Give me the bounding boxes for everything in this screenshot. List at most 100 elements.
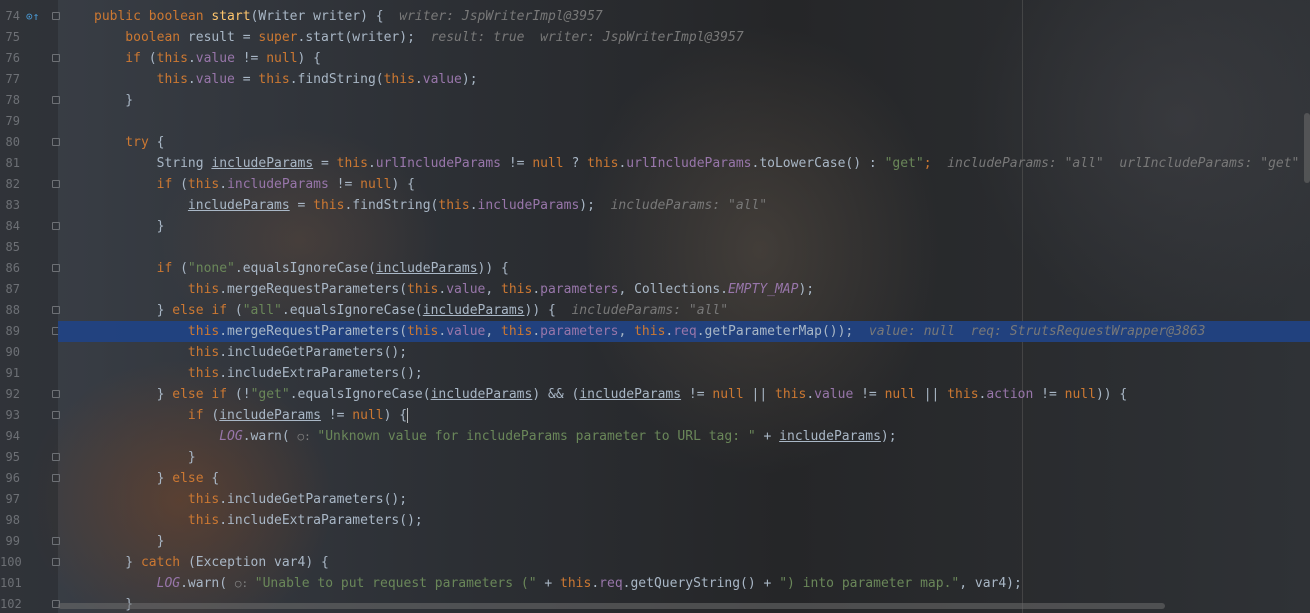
horizontal-scrollbar[interactable] — [58, 603, 1165, 609]
line-number[interactable]: 75 — [0, 27, 20, 48]
line-number[interactable]: 79 — [0, 111, 20, 132]
vertical-scrollbar[interactable] — [1304, 113, 1310, 183]
line-number[interactable]: 90 — [0, 342, 20, 363]
fold-marker-icon[interactable] — [52, 411, 60, 419]
code-text[interactable]: this.includeGetParameters(); — [94, 342, 407, 363]
line-number[interactable]: 91 — [0, 363, 20, 384]
code-line[interactable]: 99 } — [0, 531, 1310, 552]
fold-marker-icon[interactable] — [52, 306, 60, 314]
line-number[interactable]: 99 — [0, 531, 20, 552]
code-line[interactable]: 76 if (this.value != null) { — [0, 48, 1310, 69]
code-line[interactable]: 98 this.includeExtraParameters(); — [0, 510, 1310, 531]
code-line[interactable]: 87 this.mergeRequestParameters(this.valu… — [0, 279, 1310, 300]
code-line[interactable]: 85 — [0, 237, 1310, 258]
code-line[interactable]: 100 } catch (Exception var4) { — [0, 552, 1310, 573]
code-line[interactable]: 79 — [0, 111, 1310, 132]
code-text[interactable]: } else if ("all".equalsIgnoreCase(includ… — [94, 300, 728, 321]
code-text[interactable]: } — [94, 531, 165, 552]
code-line[interactable]: 86 if ("none".equalsIgnoreCase(includePa… — [0, 258, 1310, 279]
line-number[interactable]: 92 — [0, 384, 20, 405]
code-line[interactable]: 91 this.includeExtraParameters(); — [0, 363, 1310, 384]
current-execution-line[interactable]: this.mergeRequestParameters(this.value, … — [58, 321, 1310, 342]
fold-marker-icon[interactable] — [52, 180, 60, 188]
line-number[interactable]: 86 — [0, 258, 20, 279]
code-text[interactable]: boolean result = super.start(writer); re… — [94, 27, 743, 48]
code-line[interactable]: 93 if (includeParams != null) { — [0, 405, 1310, 426]
code-text[interactable]: LOG.warn( ○: "Unknown value for includeP… — [94, 426, 896, 447]
line-number[interactable]: 102 — [0, 594, 22, 613]
fold-marker-icon[interactable] — [52, 390, 60, 398]
code-line[interactable]: 82 if (this.includeParams != null) { — [0, 174, 1310, 195]
code-text[interactable]: if (this.value != null) { — [94, 48, 321, 69]
line-number[interactable]: 101 — [0, 573, 22, 594]
line-number[interactable]: 87 — [0, 279, 20, 300]
fold-marker-icon[interactable] — [52, 558, 60, 566]
code-line[interactable]: 94 LOG.warn( ○: "Unknown value for inclu… — [0, 426, 1310, 447]
code-text[interactable]: } catch (Exception var4) { — [94, 552, 329, 573]
override-breakpoint-icon[interactable]: ⊙↑ — [26, 6, 39, 27]
line-number[interactable]: 95 — [0, 447, 20, 468]
code-line[interactable]: 78 } — [0, 90, 1310, 111]
line-number[interactable]: 82 — [0, 174, 20, 195]
line-number[interactable]: 77 — [0, 69, 20, 90]
code-text[interactable]: try { — [94, 132, 164, 153]
fold-marker-icon[interactable] — [52, 54, 60, 62]
fold-marker-icon[interactable] — [52, 222, 60, 230]
code-text[interactable]: includeParams = this.findString(this.inc… — [94, 195, 767, 216]
fold-marker-icon[interactable] — [52, 264, 60, 272]
line-number[interactable]: 81 — [0, 153, 20, 174]
line-number[interactable]: 100 — [0, 552, 22, 573]
code-text[interactable]: } else if (!"get".equalsIgnoreCase(inclu… — [94, 384, 1128, 405]
line-number[interactable]: 78 — [0, 90, 20, 111]
code-line[interactable]: 96 } else { — [0, 468, 1310, 489]
line-number[interactable]: 84 — [0, 216, 20, 237]
fold-marker-icon[interactable] — [52, 453, 60, 461]
code-text[interactable]: this.includeExtraParameters(); — [94, 363, 423, 384]
fold-marker-icon[interactable] — [52, 12, 60, 20]
line-number[interactable]: 97 — [0, 489, 20, 510]
code-text[interactable]: String includeParams = this.urlIncludePa… — [94, 153, 1300, 174]
line-number[interactable]: 76 — [0, 48, 20, 69]
line-number[interactable]: 80 — [0, 132, 20, 153]
line-number[interactable]: 98 — [0, 510, 20, 531]
code-editor[interactable]: 74 ⊙↑ public boolean start(Writer writer) … — [0, 0, 1310, 613]
code-line[interactable]: 97 this.includeGetParameters(); — [0, 489, 1310, 510]
code-line[interactable]: 74 ⊙↑ public boolean start(Writer writer) … — [0, 6, 1310, 27]
code-text[interactable]: this.mergeRequestParameters(this.value, … — [94, 279, 814, 300]
code-line[interactable]: 84 } — [0, 216, 1310, 237]
code-line[interactable]: 80 try { — [0, 132, 1310, 153]
code-text[interactable]: if (this.includeParams != null) { — [94, 174, 415, 195]
code-text[interactable]: } — [94, 216, 165, 237]
code-text[interactable]: this.includeGetParameters(); — [94, 489, 407, 510]
code-text[interactable]: } else { — [94, 468, 220, 489]
code-line[interactable]: 95 } — [0, 447, 1310, 468]
code-text[interactable]: if ("none".equalsIgnoreCase(includeParam… — [94, 258, 509, 279]
code-line[interactable]: 90 this.includeGetParameters(); — [0, 342, 1310, 363]
code-line[interactable]: 75 boolean result = super.start(writer);… — [0, 27, 1310, 48]
line-number[interactable]: 94 — [0, 426, 20, 447]
fold-marker-icon[interactable] — [52, 96, 60, 104]
line-number[interactable]: 83 — [0, 195, 20, 216]
fold-marker-icon[interactable] — [52, 474, 60, 482]
code-text[interactable]: public boolean start(Writer writer) { wr… — [94, 6, 603, 27]
code-text[interactable]: } — [94, 447, 196, 468]
line-number[interactable]: 96 — [0, 468, 20, 489]
code-line[interactable]: 81 String includeParams = this.urlInclud… — [0, 153, 1310, 174]
code-text[interactable]: LOG.warn( ○: "Unable to put request para… — [94, 573, 1022, 594]
code-text[interactable]: if (includeParams != null) { — [94, 405, 409, 426]
code-line[interactable]: 101 LOG.warn( ○: "Unable to put request … — [0, 573, 1310, 594]
line-number[interactable]: 88 — [0, 300, 20, 321]
code-text[interactable]: this.mergeRequestParameters(this.value, … — [94, 321, 1206, 342]
fold-marker-icon[interactable] — [52, 537, 60, 545]
fold-marker-icon[interactable] — [52, 138, 60, 146]
code-text[interactable]: this.value = this.findString(this.value)… — [94, 69, 478, 90]
line-number[interactable]: 85 — [0, 237, 20, 258]
line-number[interactable]: 89 — [0, 321, 20, 342]
code-line[interactable]: 83 includeParams = this.findString(this.… — [0, 195, 1310, 216]
code-line[interactable]: 77 this.value = this.findString(this.val… — [0, 69, 1310, 90]
code-text[interactable]: } — [94, 90, 133, 111]
line-number[interactable]: 93 — [0, 405, 20, 426]
line-number[interactable]: 74 — [0, 6, 20, 27]
code-text[interactable]: this.includeExtraParameters(); — [94, 510, 423, 531]
code-line[interactable]: 88 } else if ("all".equalsIgnoreCase(inc… — [0, 300, 1310, 321]
